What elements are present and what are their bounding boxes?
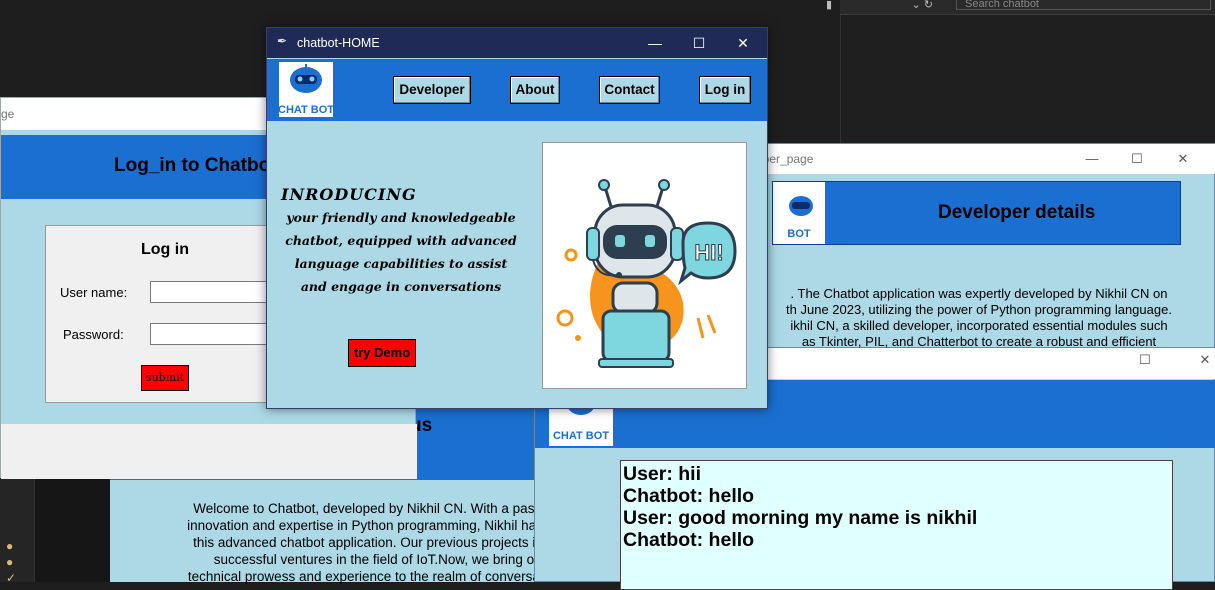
intro-line: and engage in conversations xyxy=(300,279,502,294)
chat-message: User: hii xyxy=(623,463,702,485)
filter-icon[interactable]: ▮ xyxy=(826,0,832,11)
username-label: User name: xyxy=(60,285,128,300)
developer-titlebar: oper_page — ☐ ✕ xyxy=(742,144,1215,174)
intro-line: your friendly and knowledgeable xyxy=(286,210,516,225)
developer-line: th June 2023, utilizing the power of Pyt… xyxy=(786,302,1172,317)
ide-panel xyxy=(840,14,1215,154)
home-navbar: CHAT BOT Developer About Contact Log in xyxy=(267,59,767,121)
intro-text: INRODUCING your friendly and knowledgeab… xyxy=(281,184,521,298)
home-titlebar: ✒ chatbot-HOME — ☐ ✕ xyxy=(267,28,767,58)
maximize-icon[interactable]: ☐ xyxy=(677,28,721,58)
try-demo-button[interactable]: try Demo xyxy=(348,339,416,367)
about-button[interactable]: About xyxy=(510,76,560,104)
robot-speech-text: HI! xyxy=(694,240,723,265)
login-button[interactable]: Log in xyxy=(699,76,751,104)
login-footer xyxy=(1,424,417,479)
chevron-down-icon[interactable]: ⌄ xyxy=(912,0,921,11)
developer-line: as Tkinter, PIL, and Chatterbot to creat… xyxy=(801,334,1157,349)
developer-paragraph: . The Chatbot application was expertly d… xyxy=(742,286,1215,350)
minimize-icon[interactable]: — xyxy=(1072,144,1112,174)
developer-header: BOT Developer details xyxy=(772,181,1181,245)
ide-gutter-marks: ● ● ✓ xyxy=(6,539,17,585)
home-logo-text: CHAT BOT xyxy=(279,104,333,116)
contact-button[interactable]: Contact xyxy=(599,76,660,104)
developer-line: ikhil CN, a skilled developer, incorpora… xyxy=(790,318,1168,333)
developer-line: . The Chatbot application was expertly d… xyxy=(790,286,1168,301)
intro-line: language capabilities to assist xyxy=(294,256,508,271)
login-heading: Log_in to Chatbo xyxy=(114,155,271,176)
chat-message: Chatbot: hello xyxy=(623,529,755,551)
intro-heading: INRODUCING xyxy=(281,185,417,204)
ide-toolbar-icons: ▮ ⌄ ↻ xyxy=(826,0,946,14)
chat-history[interactable]: User: hii Chatbot: hello User: good morn… xyxy=(620,460,1173,590)
chat-message: Chatbot: hello xyxy=(623,485,755,507)
feather-icon: ✒ xyxy=(277,34,288,48)
home-window: ✒ chatbot-HOME — ☐ ✕ CHAT BOT Developer … xyxy=(266,27,768,409)
robot-illustration: HI! xyxy=(542,142,747,389)
developer-window: oper_page — ☐ ✕ BOT Developer details . … xyxy=(741,143,1215,350)
minimize-icon[interactable]: — xyxy=(633,28,677,58)
intro-line: chatbot, equipped with advanced xyxy=(285,233,517,248)
developer-button[interactable]: Developer xyxy=(393,76,471,104)
submit-button[interactable]: submit xyxy=(141,365,189,391)
chatbot-logo: BOT xyxy=(773,182,825,244)
chat-message: User: good morning my name is nikhil xyxy=(623,507,978,529)
close-icon[interactable]: ✕ xyxy=(721,28,765,58)
developer-heading: Developer details xyxy=(938,202,1096,223)
developer-logo-text: BOT xyxy=(787,228,811,240)
close-icon[interactable]: ✕ xyxy=(1163,144,1203,174)
login-window-title: ge xyxy=(1,107,15,121)
chatbot-logo: CHAT BOT xyxy=(278,62,334,117)
home-window-title: chatbot-HOME xyxy=(297,36,380,50)
login-panel-title: Log in xyxy=(141,241,189,258)
password-label: Password: xyxy=(63,327,124,342)
ide-search-input[interactable]: Search chatbot xyxy=(956,0,1211,10)
chat-logo-text: CHAT BOT xyxy=(553,430,609,442)
refresh-icon[interactable]: ↻ xyxy=(924,0,933,11)
maximize-icon[interactable]: ☐ xyxy=(1117,144,1157,174)
